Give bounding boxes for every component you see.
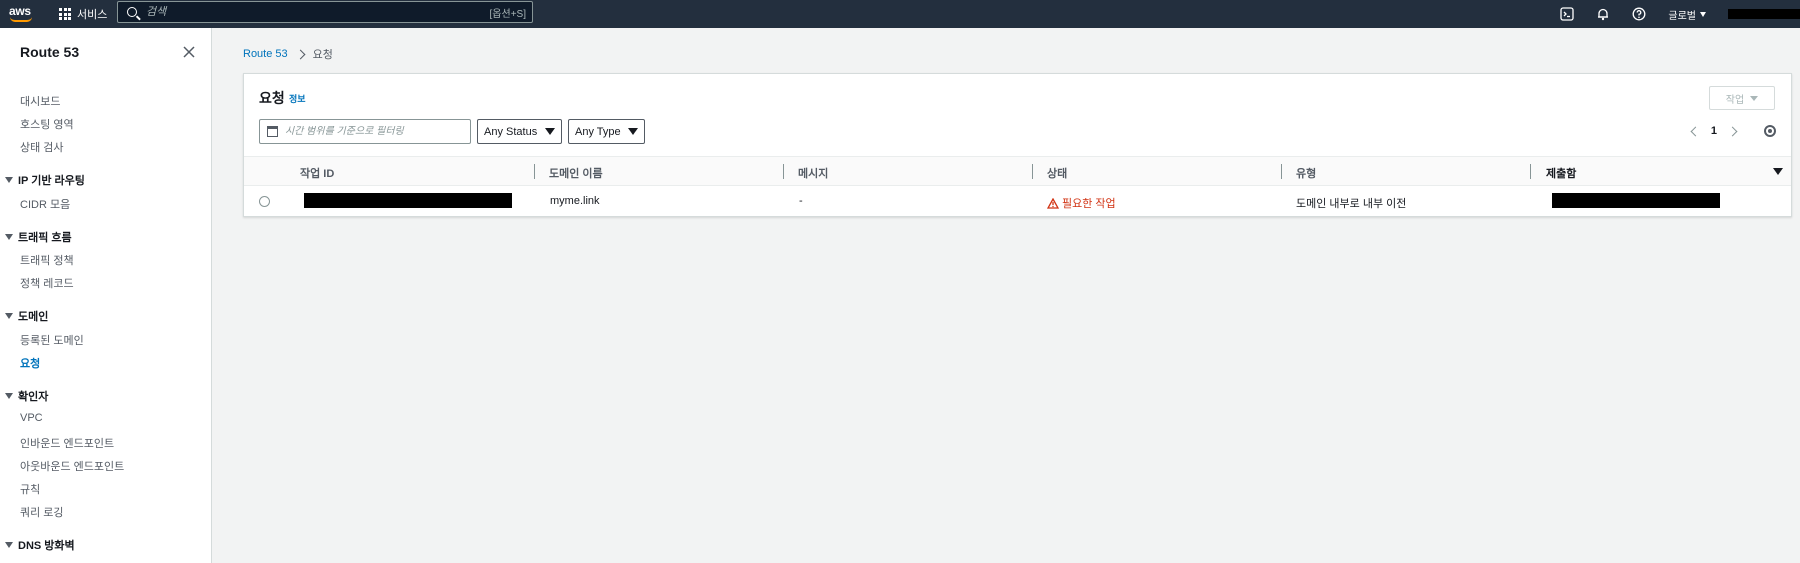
sidebar-item-query-logging[interactable]: 쿼리 로깅 [20, 504, 64, 520]
bell-icon[interactable] [1596, 7, 1610, 21]
status-label: 필요한 작업 [1062, 198, 1116, 210]
column-divider[interactable] [1032, 164, 1033, 179]
table-header: 작업 ID 도메인 이름 메시지 상태 유형 제출함 [244, 156, 1791, 186]
aws-logo[interactable]: aws [9, 5, 37, 23]
cloudshell-icon[interactable] [1560, 7, 1575, 21]
actions-button-label: 작업 [1725, 94, 1745, 106]
row-select-radio[interactable] [259, 196, 270, 207]
region-label: 글로벌 [1668, 10, 1696, 22]
actions-button[interactable]: 작업 [1709, 86, 1775, 110]
column-header-type[interactable]: 유형 [1296, 165, 1316, 181]
column-header-submitted[interactable]: 제출함 [1546, 165, 1576, 181]
sidebar-section-ip-routing[interactable]: IP 기반 라우팅 [5, 172, 85, 188]
search-shortcut-hint: [옵션+S] [489, 8, 526, 20]
sidebar-section-traffic-flow[interactable]: 트래픽 흐름 [5, 229, 72, 245]
status-select[interactable]: Any Status [477, 119, 562, 144]
next-page-icon[interactable] [1727, 126, 1738, 136]
sidebar-item-requests[interactable]: 요청 [20, 355, 40, 371]
requests-table-panel: 요청 정보 작업 Any Status Any Type 1 작업 ID 도메인… [243, 73, 1792, 217]
column-header-status[interactable]: 상태 [1047, 165, 1067, 181]
top-navigation-bar: aws 서비스 [옵션+S] 글로벌 [0, 0, 1800, 28]
date-range-input[interactable] [285, 126, 465, 137]
column-header-message[interactable]: 메시지 [798, 165, 828, 181]
previous-page-icon[interactable] [1690, 126, 1701, 136]
column-divider[interactable] [1530, 164, 1531, 179]
sidebar-item-hosted-zones[interactable]: 호스팅 영역 [20, 116, 74, 132]
column-header-job-id[interactable]: 작업 ID [300, 165, 334, 181]
cell-message: - [799, 195, 803, 207]
column-header-domain-name[interactable]: 도메인 이름 [549, 165, 603, 181]
global-search-box[interactable]: [옵션+S] [117, 1, 533, 23]
gear-icon[interactable] [1764, 125, 1776, 137]
info-link[interactable]: 정보 [289, 92, 306, 105]
type-select[interactable]: Any Type [568, 119, 645, 144]
page-number[interactable]: 1 [1711, 125, 1717, 137]
date-range-filter[interactable] [259, 119, 471, 144]
column-divider[interactable] [534, 164, 535, 179]
table-row[interactable]: myme.link - 필요한 작업 도메인 내부로 내부 이전 [244, 186, 1791, 216]
side-navigation: Route 53 대시보드 호스팅 영역 상태 검사 IP 기반 라우팅 CID… [0, 28, 212, 563]
sidebar-item-traffic-policies[interactable]: 트래픽 정책 [20, 252, 74, 268]
sidebar-item-vpcs[interactable]: VPC [20, 412, 43, 424]
caret-down-icon [1750, 95, 1759, 101]
column-divider[interactable] [783, 164, 784, 179]
sidebar-section-dns-firewall[interactable]: DNS 방화벽 [5, 537, 75, 553]
sidebar-item-policy-records[interactable]: 정책 레코드 [20, 275, 74, 291]
caret-down-icon [545, 128, 555, 135]
pagination: 1 [1690, 125, 1738, 137]
breadcrumb-link-route53[interactable]: Route 53 [243, 48, 288, 60]
submitted-redacted [1552, 193, 1720, 208]
sidebar-item-cidr-collections[interactable]: CIDR 모음 [20, 196, 70, 212]
page-title: 요청 [259, 90, 285, 106]
sidebar-item-health-checks[interactable]: 상태 검사 [20, 139, 64, 155]
sort-descending-icon[interactable] [1773, 168, 1783, 175]
sidebar-section-domains[interactable]: 도메인 [5, 308, 48, 324]
breadcrumb: Route 53 요청 [243, 46, 333, 62]
sidebar-section-resolver[interactable]: 확인자 [5, 388, 48, 404]
caret-down-icon [5, 542, 13, 548]
job-id-redacted [304, 193, 512, 208]
caret-down-icon [5, 177, 13, 183]
caret-down-icon [1700, 11, 1706, 17]
account-menu-redacted[interactable] [1728, 9, 1800, 19]
cell-type: 도메인 내부로 내부 이전 [1296, 198, 1407, 210]
sidebar-item-outbound-endpoints[interactable]: 아웃바운드 엔드포인트 [20, 458, 124, 474]
search-input[interactable] [146, 6, 476, 18]
sidebar-title: Route 53 [20, 44, 80, 60]
caret-down-icon [5, 313, 13, 319]
warning-icon [1047, 197, 1059, 209]
services-menu-button[interactable]: 서비스 [59, 6, 107, 22]
caret-down-icon [5, 234, 13, 240]
breadcrumb-current: 요청 [312, 49, 333, 61]
caret-down-icon [628, 128, 638, 135]
column-divider[interactable] [1281, 164, 1282, 179]
cell-domain-name: myme.link [550, 195, 600, 207]
search-icon [127, 7, 137, 17]
aws-smile-icon [10, 17, 32, 22]
grid-icon [59, 8, 71, 20]
sidebar-item-registered-domains[interactable]: 등록된 도메인 [20, 332, 84, 348]
sidebar-item-inbound-endpoints[interactable]: 인바운드 엔드포인트 [20, 435, 114, 451]
region-selector[interactable]: 글로벌 [1668, 7, 1706, 22]
close-icon[interactable] [183, 46, 195, 58]
sidebar-item-dashboard[interactable]: 대시보드 [20, 93, 60, 109]
caret-down-icon [5, 393, 13, 399]
services-label: 서비스 [77, 9, 108, 21]
help-icon[interactable] [1632, 7, 1646, 21]
chevron-right-icon [295, 49, 306, 59]
cell-status: 필요한 작업 [1047, 195, 1116, 211]
sidebar-item-rules[interactable]: 규칙 [20, 481, 40, 497]
calendar-icon [267, 126, 278, 137]
